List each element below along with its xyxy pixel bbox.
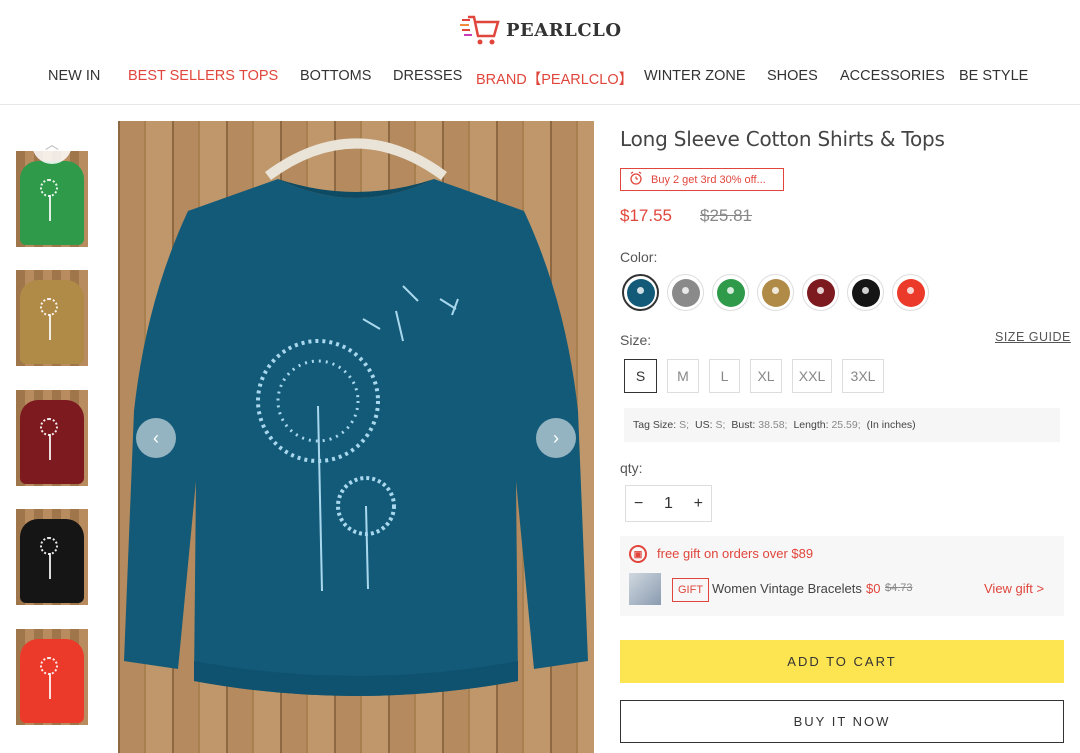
dandelion-stem	[49, 195, 51, 221]
color-swatches	[622, 274, 929, 311]
color-swatch-gray[interactable]	[667, 274, 704, 311]
thumbnail-shirt	[20, 400, 84, 484]
size-options: S M L XL XXL 3XL	[624, 359, 884, 393]
product-main-image	[118, 121, 594, 753]
thumbnail-shirt	[20, 519, 84, 603]
size-option-xxl[interactable]: XXL	[792, 359, 832, 393]
nav-item-best-sellers[interactable]: BEST SELLERS	[128, 68, 235, 84]
length-value: 25.59;	[831, 419, 861, 431]
sale-price: $17.55	[620, 206, 672, 225]
dandelion-stem	[49, 553, 51, 579]
color-swatch-teal[interactable]	[622, 274, 659, 311]
gift-product-image	[629, 573, 661, 605]
tag-size-key: Tag Size:	[633, 419, 677, 431]
add-to-cart-button[interactable]: ADD TO CART	[620, 640, 1064, 683]
qty-label: qty:	[620, 460, 643, 476]
size-label: Size:	[620, 332, 652, 348]
promo-badge[interactable]: Buy 2 get 3rd 30% off...	[620, 168, 784, 191]
size-option-s[interactable]: S	[624, 359, 657, 393]
nav-item-dresses[interactable]: DRESSES	[393, 68, 462, 84]
gift-price: $0	[866, 581, 881, 596]
nav-item-winter-zone[interactable]: WINTER ZONE	[644, 68, 746, 84]
buy-now-button[interactable]: BUY IT NOW	[620, 700, 1064, 743]
original-price: $25.81	[700, 206, 752, 225]
quantity-stepper: − 1 +	[625, 485, 712, 522]
nav-item-be-style[interactable]: BE STYLE	[959, 68, 1028, 84]
thumbnail-red[interactable]	[16, 629, 88, 725]
color-swatch-khaki[interactable]	[757, 274, 794, 311]
shirt-illustration	[124, 138, 588, 696]
dandelion-stem	[49, 314, 51, 340]
color-label: Color:	[620, 249, 658, 265]
swatch-dot	[626, 278, 655, 307]
thumbnail-green[interactable]	[16, 151, 88, 247]
nav-item-new-in[interactable]: NEW IN	[48, 68, 100, 84]
thumbnail-shirt	[20, 280, 84, 364]
swatch-dot	[896, 278, 925, 307]
free-gift-headline: free gift on orders over $89	[657, 546, 814, 561]
qty-decrease-button[interactable]: −	[634, 495, 643, 513]
view-gift-link[interactable]: View gift >	[984, 581, 1044, 596]
size-option-m[interactable]: M	[667, 359, 699, 393]
dandelion-stem	[49, 434, 51, 460]
thumbnail-shirt	[20, 161, 84, 245]
nav-item-accessories[interactable]: ACCESSORIES	[840, 68, 945, 84]
size-guide-link[interactable]: SIZE GUIDE	[995, 330, 1071, 344]
unit-note: (In inches)	[866, 419, 916, 431]
swatch-dot	[671, 278, 700, 307]
nav-item-bottoms[interactable]: BOTTOMS	[300, 68, 371, 84]
length-key: Length:	[793, 419, 829, 431]
main-navigation: NEW IN BEST SELLERS TOPS BOTTOMS DRESSES…	[0, 68, 1080, 90]
bust-key: Bust:	[731, 419, 756, 431]
brand-name: PEARLCLO	[506, 19, 622, 41]
us-size-value: S;	[715, 419, 726, 431]
bust-value: 38.58;	[758, 419, 788, 431]
size-info-bar: Tag Size: S; US: S; Bust: 38.58; Length:…	[624, 408, 1060, 442]
cart-logo-icon	[460, 14, 500, 46]
promo-text: Buy 2 get 3rd 30% off...	[651, 173, 766, 186]
thumbnail-shirt	[20, 639, 84, 723]
size-option-3xl[interactable]: 3XL	[842, 359, 884, 393]
brand-logo[interactable]: PEARLCLO	[460, 14, 622, 46]
swatch-dot	[851, 278, 880, 307]
nav-item-shoes[interactable]: SHOES	[767, 68, 818, 84]
thumbnail-khaki[interactable]	[16, 270, 88, 366]
gift-icon: ▣	[629, 545, 647, 563]
alarm-clock-icon	[629, 171, 643, 188]
thumbnail-black[interactable]	[16, 509, 88, 605]
color-swatch-green[interactable]	[712, 274, 749, 311]
color-swatch-red[interactable]	[892, 274, 929, 311]
us-size-key: US:	[695, 419, 713, 431]
gift-tag: GIFT	[672, 578, 710, 602]
header-divider	[0, 104, 1080, 105]
color-swatch-black[interactable]	[847, 274, 884, 311]
dandelion-stem	[49, 673, 51, 699]
gift-original-price: $4.73	[885, 582, 913, 594]
chevron-right-icon[interactable]: ›	[536, 418, 576, 458]
free-gift-panel: ▣ free gift on orders over $89 GIFT Wome…	[620, 536, 1064, 616]
gift-product-name: Women Vintage Bracelets	[712, 581, 862, 596]
tag-size-value: S;	[679, 419, 690, 431]
size-option-xl[interactable]: XL	[750, 359, 782, 393]
chevron-left-icon[interactable]: ‹	[136, 418, 176, 458]
qty-value[interactable]: 1	[664, 495, 673, 513]
swatch-dot	[716, 278, 745, 307]
swatch-dot	[806, 278, 835, 307]
nav-item-tops[interactable]: TOPS	[239, 68, 278, 84]
color-swatch-burgundy[interactable]	[802, 274, 839, 311]
thumbnail-burgundy[interactable]	[16, 390, 88, 486]
product-title: Long Sleeve Cotton Shirts & Tops	[620, 127, 945, 151]
nav-item-brand[interactable]: BRAND【PEARLCLO】	[476, 68, 633, 89]
size-option-l[interactable]: L	[709, 359, 740, 393]
swatch-dot	[761, 278, 790, 307]
qty-increase-button[interactable]: +	[694, 495, 703, 513]
chevron-up-icon[interactable]: ︿	[32, 124, 72, 164]
